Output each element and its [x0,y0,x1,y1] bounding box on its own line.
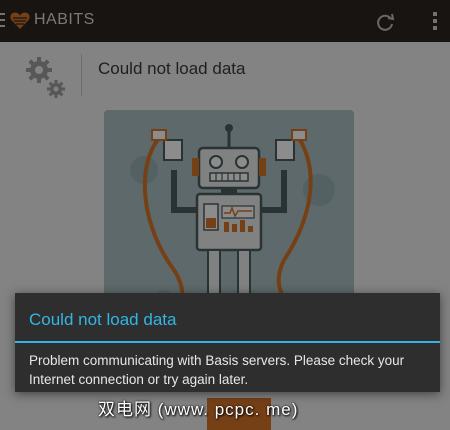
watermark: 双电网 (www. pcpc. me) [98,400,299,419]
dialog-title: Could not load data [29,310,177,329]
dialog-title-divider [15,341,440,343]
dialog-message: Problem communicating with Basis servers… [29,353,405,387]
error-dialog: Could not load data Problem communicatin… [15,293,440,392]
